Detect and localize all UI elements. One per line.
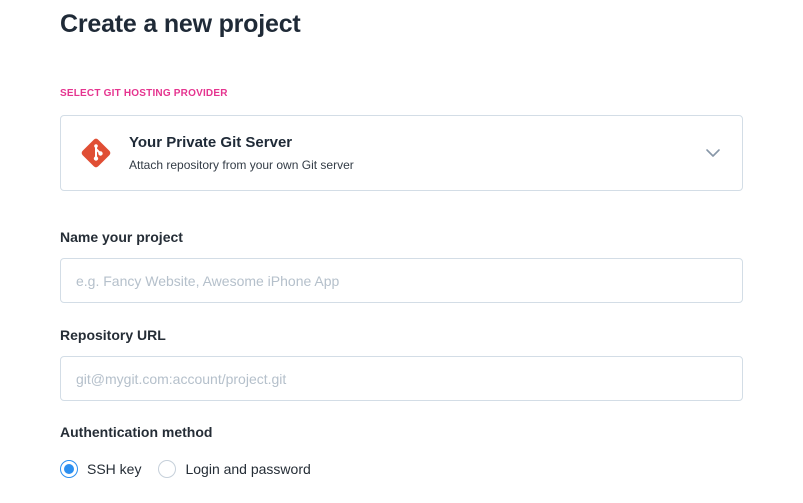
chevron-down-icon[interactable]: [705, 147, 721, 159]
radio-label-login-password: Login and password: [185, 461, 311, 477]
auth-option-ssh-key[interactable]: SSH key: [60, 460, 141, 478]
repository-url-label: Repository URL: [60, 327, 166, 343]
selected-provider-name: Your Private Git Server: [129, 134, 293, 151]
auth-method-radio-group: SSH key Login and password: [60, 459, 328, 479]
radio-button-checked[interactable]: [60, 460, 78, 478]
repository-url-input[interactable]: [60, 356, 743, 401]
radio-button-unchecked[interactable]: [158, 460, 177, 478]
git-provider-dropdown[interactable]: Your Private Git Server Attach repositor…: [60, 115, 743, 191]
create-project-page: Create a new project SELECT GIT HOSTING …: [0, 0, 803, 503]
auth-method-label: Authentication method: [60, 424, 213, 440]
project-name-input[interactable]: [60, 258, 743, 303]
auth-option-login-password[interactable]: Login and password: [158, 460, 311, 478]
selected-provider-description: Attach repository from your own Git serv…: [129, 158, 354, 172]
git-logo-icon: [81, 138, 111, 168]
project-name-label: Name your project: [60, 229, 183, 245]
provider-section-label: SELECT GIT HOSTING PROVIDER: [60, 88, 228, 99]
page-title: Create a new project: [60, 10, 301, 38]
radio-label-ssh-key: SSH key: [87, 461, 142, 477]
